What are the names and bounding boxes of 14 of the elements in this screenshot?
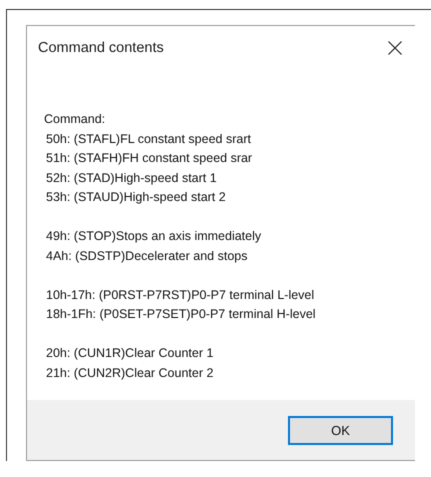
command-line: 21h: (CUN2R)Clear Counter 2	[46, 364, 214, 382]
command-line: 10h-17h: (P0RST-P7RST)P0-P7 terminal L-level	[46, 286, 316, 304]
command-line: 20h: (CUN1R)Clear Counter 1	[46, 345, 214, 362]
command-line: 52h: (STAD)High-speed start 1	[46, 170, 218, 187]
command-line: 50h: (STAFL)FL constant speed srart	[46, 130, 252, 148]
command-line: 53h: (STAUD)High-speed start 2	[46, 189, 227, 206]
dialog-title: Command contents	[38, 40, 164, 56]
command-line: 18h-1Fh: (P0SET-P7SET)P0-P7 terminal H-level	[46, 306, 317, 323]
command-line: 51h: (STAFH)FH constant speed srar	[46, 150, 254, 167]
command-line: 49h: (STOP)Stops an axis immediately	[46, 228, 262, 245]
ok-button[interactable]: OK	[288, 416, 393, 444]
message-heading: Command:	[44, 111, 106, 128]
close-icon[interactable]	[388, 41, 402, 55]
command-line: 4Ah: (SDSTP)Decelerater and stops	[46, 248, 248, 265]
